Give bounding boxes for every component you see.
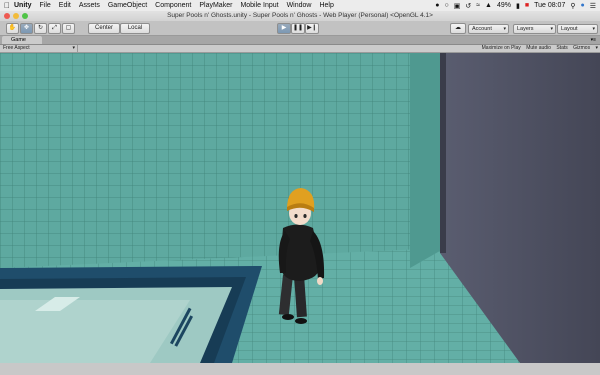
game-viewport[interactable] [0, 53, 600, 363]
cloud-icon[interactable]: ☁ [450, 23, 466, 34]
dark-wall-edge [440, 53, 446, 253]
play-button[interactable]: ▶ [277, 23, 291, 34]
rotate-tool-button[interactable]: ↻ [34, 23, 47, 34]
minimize-window-button[interactable] [13, 13, 19, 19]
close-window-button[interactable] [4, 13, 10, 19]
step-button[interactable]: ▶❙ [305, 23, 319, 34]
gizmos-dropdown[interactable]: Gizmos [573, 45, 590, 51]
tab-game[interactable]: Game [2, 36, 42, 44]
chevron-down-icon: ▾ [592, 26, 595, 32]
user-icon[interactable]: ● [580, 2, 584, 9]
maximize-on-play-toggle[interactable]: Maximize on Play [482, 45, 521, 51]
menu-file[interactable]: File [40, 2, 51, 9]
space-label: Local [127, 25, 143, 31]
menu-window[interactable]: Window [287, 2, 312, 9]
pivot-label: Center [94, 25, 113, 31]
layout-label: Layout [561, 26, 578, 32]
menu-unity[interactable]: Unity [14, 2, 32, 9]
aspect-label: Free Aspect [3, 45, 30, 51]
search-icon[interactable]: ⚲ [570, 2, 575, 10]
status-icon-2[interactable]: ○ [444, 2, 448, 9]
input-flag-icon[interactable]: ■ [525, 2, 529, 9]
game-tab-label: Game [11, 37, 26, 43]
layers-dropdown[interactable]: Layers ▾ [513, 24, 556, 34]
game-view-options: Maximize on Play Mute audio Stats Gizmos… [478, 45, 598, 52]
back-wall [0, 53, 445, 268]
character-eye-left [294, 214, 298, 218]
character-hand [317, 277, 323, 285]
menu-edit[interactable]: Edit [59, 2, 71, 9]
game-scene [0, 53, 600, 363]
move-tool-button[interactable]: ✥ [20, 23, 33, 34]
wifi-icon[interactable]: ≈ [476, 2, 480, 9]
layout-dropdown[interactable]: Layout ▾ [557, 24, 598, 34]
menu-assets[interactable]: Assets [79, 2, 100, 9]
status-area: ● ○ ▣ ↺ ≈ ▲ 49% ▮ ■ Tue 08:07 ⚲ ● ☰ [430, 0, 596, 11]
menu-list-icon[interactable]: ☰ [590, 2, 596, 10]
panel-menu-icon[interactable]: ▾≡ [591, 36, 596, 44]
account-dropdown[interactable]: Account ▾ [468, 24, 509, 34]
character-shoe-left [282, 314, 294, 320]
zoom-window-button[interactable] [22, 13, 28, 19]
volume-icon[interactable]: ▲ [485, 2, 492, 9]
character-shoe-right [295, 318, 307, 324]
pause-button[interactable]: ❚❚ [291, 23, 305, 34]
menu-mobile-input[interactable]: Mobile Input [240, 2, 278, 9]
menu-playmaker[interactable]: PlayMaker [199, 2, 232, 9]
mac-menu-bar:  Unity File Edit Assets GameObject Comp… [0, 0, 600, 11]
status-icon-1[interactable]: ● [435, 2, 439, 9]
status-icon-3[interactable]: ▣ [454, 2, 461, 10]
pivot-space-button[interactable]: Local [120, 23, 150, 34]
battery-icon[interactable]: ▮ [516, 2, 520, 10]
chevron-down-icon: ▾ [72, 45, 75, 51]
menu-gameobject[interactable]: GameObject [108, 2, 147, 9]
aspect-dropdown[interactable]: Free Aspect ▾ [3, 45, 78, 52]
pivot-center-button[interactable]: Center [88, 23, 120, 34]
chevron-down-icon: ▾ [595, 45, 598, 51]
window-title: Super Pools n' Ghosts.unity - Super Pool… [167, 12, 433, 19]
menu-help[interactable]: Help [319, 2, 333, 9]
character-eye-right [303, 214, 307, 218]
stats-toggle[interactable]: Stats [556, 45, 567, 51]
account-label: Account [472, 26, 492, 32]
apple-icon[interactable]:  [0, 1, 14, 10]
scale-tool-button[interactable]: ⤢ [48, 23, 61, 34]
game-view-tabbar: Game ▾≡ [0, 36, 600, 45]
side-wall [410, 53, 445, 268]
window-bottom-edge [0, 363, 600, 375]
menu-component[interactable]: Component [155, 2, 191, 9]
time-machine-icon[interactable]: ↺ [465, 2, 471, 10]
clock[interactable]: Tue 08:07 [534, 2, 565, 9]
rect-tool-button[interactable]: ▢ [62, 23, 75, 34]
chevron-down-icon: ▾ [550, 26, 553, 32]
chevron-down-icon: ▾ [503, 26, 506, 32]
layers-label: Layers [517, 26, 534, 32]
unity-toolbar: ✋ ✥ ↻ ⤢ ▢ Center Local ▶ ❚❚ ▶❙ ☁ Account… [0, 21, 600, 36]
hand-tool-button[interactable]: ✋ [6, 23, 19, 34]
game-view-controlbar: Free Aspect ▾ Maximize on Play Mute audi… [0, 45, 600, 53]
battery-percent[interactable]: 49% [497, 2, 511, 9]
mute-audio-toggle[interactable]: Mute audio [526, 45, 551, 51]
